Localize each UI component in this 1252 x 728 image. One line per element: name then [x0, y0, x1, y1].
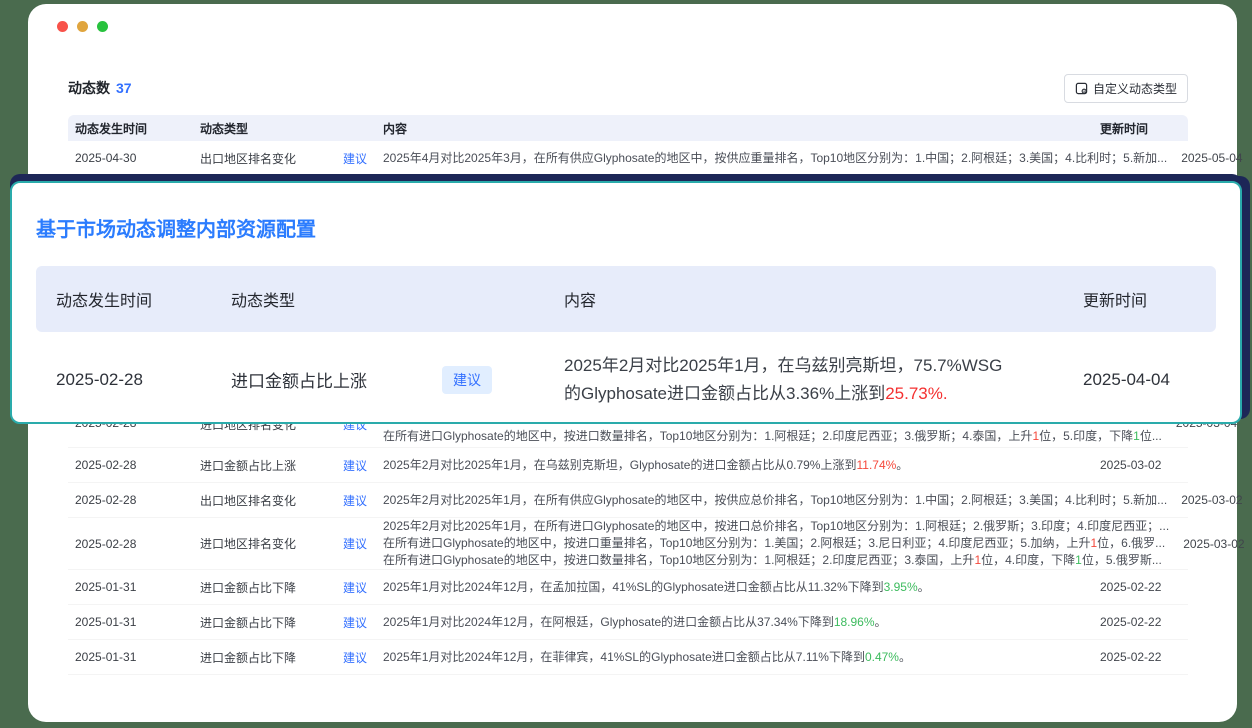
cell-occur-time: 2025-04-30 — [68, 151, 200, 165]
type-label: 进口地区排名变化 — [200, 535, 296, 552]
cell-occur-time: 2025-02-28 — [68, 537, 200, 551]
table-row: 2025-02-28 进口金额占比上涨 建议 2025年2月对比2025年1月，… — [68, 448, 1188, 483]
cell-content: 2025年2月对比2025年1月，在乌兹别克斯坦，Glyphosate的进口金额… — [383, 457, 1100, 474]
dynamics-count-value: 37 — [116, 80, 132, 96]
type-label: 出口地区排名变化 — [200, 150, 296, 167]
suggestion-link[interactable]: 建议 — [343, 579, 367, 596]
cell-type: 进口金额占比下降 建议 — [200, 649, 383, 666]
cell-occur-time: 2025-01-31 — [68, 615, 200, 629]
type-label: 进口金额占比下降 — [200, 614, 296, 631]
col-header-content: 内容 — [383, 120, 1100, 137]
cell-occur-time: 2025-01-31 — [68, 580, 200, 594]
cell-occur-time: 2025-02-28 — [68, 493, 200, 507]
highlight-table-row: 2025-02-28 进口金额占比上涨 建议 2025年2月对比2025年1月，… — [36, 332, 1216, 427]
highlight-panel-title: 基于市场动态调整内部资源配置 — [36, 213, 1240, 242]
col-header-occur-time: 动态发生时间 — [68, 120, 200, 137]
table-row: 2025-01-31 进口金额占比下降 建议 2025年1月对比2024年12月… — [68, 605, 1188, 640]
col-header-update-time: 更新时间 — [1100, 120, 1188, 137]
cell-type: 出口地区排名变化 建议 — [200, 150, 383, 167]
ov-col-content: 内容 — [564, 287, 1083, 311]
table-row: 2025-02-28 进口地区排名变化 建议 2025年2月对比2025年1月，… — [68, 518, 1188, 570]
cell-content: 2025年1月对比2024年12月，在阿根廷，Glyphosate的进口金额占比… — [383, 614, 1100, 631]
cell-type: 进口金额占比下降 建议 — [200, 579, 383, 596]
cell-update-time: 2025-03-02 — [1181, 493, 1252, 507]
suggestion-link[interactable]: 建议 — [343, 457, 367, 474]
ov-col-occur-time: 动态发生时间 — [56, 287, 231, 311]
ov-col-update-time: 更新时间 — [1083, 287, 1196, 311]
cell-type: 进口金额占比上涨 建议 — [200, 457, 383, 474]
cell-content: 2025年1月对比2024年12月，在孟加拉国，41%SL的Glyphosate… — [383, 579, 1100, 596]
ov-row-type: 进口金额占比上涨 — [231, 367, 367, 392]
cell-update-time: 2025-02-22 — [1100, 580, 1188, 594]
table-header: 动态发生时间 动态类型 内容 更新时间 — [68, 115, 1188, 141]
page-header: 动态数 37 自定义动态类型 — [68, 73, 1188, 103]
cell-occur-time: 2025-01-31 — [68, 650, 200, 664]
type-label: 进口金额占比下降 — [200, 649, 296, 666]
cell-type: 进口金额占比下降 建议 — [200, 614, 383, 631]
customize-dynamic-types-button[interactable]: 自定义动态类型 — [1064, 74, 1188, 103]
table-row: 2025-01-31 进口金额占比下降 建议 2025年1月对比2024年12月… — [68, 640, 1188, 675]
ov-row-content: 2025年2月对比2025年1月，在乌兹别亮斯坦，75.7%WSG的Glypho… — [564, 352, 1083, 408]
cell-content: 2025年2月对比2025年1月，在所有进口Glyphosate的地区中，按进口… — [383, 518, 1183, 569]
table-row: 2025-04-30 出口地区排名变化 建议 2025年4月对比2025年3月，… — [68, 141, 1188, 176]
ov-row-update: 2025-04-04 — [1083, 370, 1196, 390]
table-row: 2025-02-28 出口地区排名变化 建议 2025年2月对比2025年1月，… — [68, 483, 1188, 518]
cell-type: 进口地区排名变化 建议 — [200, 535, 383, 552]
type-label: 出口地区排名变化 — [200, 492, 296, 509]
ov-col-type: 动态类型 — [231, 287, 564, 311]
cell-content: 2025年1月对比2024年12月，在菲律宾，41%SL的Glyphosate进… — [383, 649, 1100, 666]
cell-type: 出口地区排名变化 建议 — [200, 492, 383, 509]
cell-content: 2025年4月对比2025年3月，在所有供应Glyphosate的地区中，按供应… — [383, 150, 1181, 167]
suggestion-link[interactable]: 建议 — [343, 535, 367, 552]
suggestion-link[interactable]: 建议 — [343, 614, 367, 631]
suggestion-link[interactable]: 建议 — [343, 492, 367, 509]
cell-content: 2025年2月对比2025年1月，在所有供应Glyphosate的地区中，按供应… — [383, 492, 1181, 509]
type-label: 进口金额占比下降 — [200, 579, 296, 596]
cell-occur-time: 2025-02-28 — [68, 458, 200, 472]
cell-update-time: 2025-03-02 — [1183, 537, 1252, 551]
suggestion-link[interactable]: 建议 — [343, 649, 367, 666]
ov-row-date: 2025-02-28 — [56, 370, 231, 390]
customize-button-label: 自定义动态类型 — [1093, 80, 1177, 97]
dynamics-count-label: 动态数 — [68, 80, 110, 96]
suggestion-link[interactable]: 建议 — [343, 150, 367, 167]
customize-icon — [1075, 82, 1088, 95]
highlight-table-header: 动态发生时间 动态类型 内容 更新时间 — [36, 266, 1216, 332]
col-header-type: 动态类型 — [200, 120, 383, 137]
cell-update-time: 2025-02-22 — [1100, 615, 1188, 629]
cell-update-time: 2025-02-22 — [1100, 650, 1188, 664]
type-label: 进口金额占比上涨 — [200, 457, 296, 474]
page-title: 动态数 37 — [68, 78, 132, 98]
cell-update-time: 2025-03-02 — [1100, 458, 1188, 472]
cell-update-time: 2025-05-04 — [1181, 151, 1252, 165]
suggestion-badge[interactable]: 建议 — [442, 366, 492, 394]
table-row: 2025-01-31 进口金额占比下降 建议 2025年1月对比2024年12月… — [68, 570, 1188, 605]
highlight-panel: 基于市场动态调整内部资源配置 动态发生时间 动态类型 内容 更新时间 2025-… — [10, 181, 1242, 424]
